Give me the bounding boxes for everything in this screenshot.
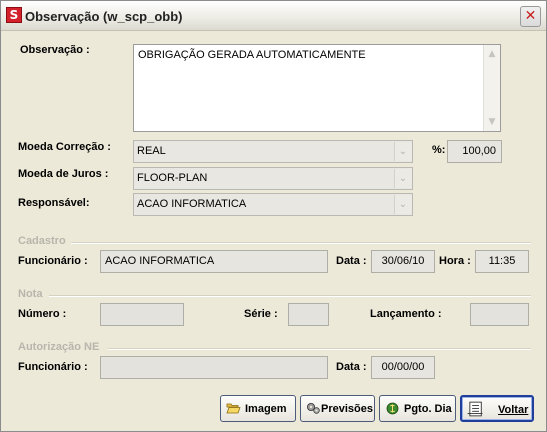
pgto-dia-button-label: Pgto. Dia — [404, 403, 452, 415]
app-logo-icon: S — [6, 7, 22, 23]
autorizacao-divider — [108, 348, 531, 350]
nota-group-label: Nota — [18, 288, 43, 300]
close-icon: ✕ — [524, 8, 537, 24]
nota-lancamento-field[interactable] — [470, 303, 529, 326]
cadastro-group-label: Cadastro — [18, 235, 66, 247]
gears-icon — [307, 403, 320, 414]
exit-list-icon — [467, 401, 483, 417]
observacao-label: Observação : — [20, 44, 90, 56]
responsavel-select[interactable]: ACAO INFORMATICA ⌄ — [133, 193, 413, 216]
nota-divider — [49, 295, 531, 297]
title-bar[interactable]: S Observação (w_scp_obb) ✕ — [1, 1, 546, 31]
cadastro-data-field[interactable]: 30/06/10 — [371, 250, 435, 273]
imagem-button-label: Imagem — [245, 403, 287, 415]
nota-serie-field[interactable] — [288, 303, 329, 326]
chevron-down-icon[interactable]: ⌄ — [394, 142, 411, 161]
moeda-correcao-value: REAL — [137, 145, 166, 157]
nota-numero-label: Número : — [18, 308, 67, 320]
autorizacao-group-label: Autorização NE — [18, 341, 100, 353]
observacao-window: S Observação (w_scp_obb) ✕ Observação : … — [0, 0, 547, 432]
cadastro-funcionario-field[interactable]: ACAO INFORMATICA — [100, 250, 328, 273]
nota-numero-field[interactable] — [100, 303, 184, 326]
moeda-correcao-select[interactable]: REAL ⌄ — [133, 140, 413, 163]
percent-field[interactable]: 100,00 — [447, 140, 502, 163]
autorizacao-funcionario-label: Funcionário : — [18, 361, 88, 373]
money-icon — [386, 402, 399, 415]
moeda-juros-label: Moeda de Juros : — [18, 168, 109, 180]
close-button[interactable]: ✕ — [520, 6, 541, 27]
autorizacao-data-label: Data : — [336, 361, 367, 373]
folder-open-icon — [226, 403, 241, 414]
window-title: Observação (w_scp_obb) — [25, 9, 183, 24]
chevron-down-icon[interactable]: ▼ — [484, 114, 500, 130]
cadastro-data-label: Data : — [336, 255, 367, 267]
cadastro-hora-label: Hora : — [439, 255, 471, 267]
autorizacao-funcionario-field[interactable] — [100, 356, 328, 379]
imagem-button[interactable]: Imagem — [220, 395, 296, 422]
observacao-textarea[interactable]: OBRIGAÇÃO GERADA AUTOMATICAMENTE ▲ ▼ — [133, 44, 501, 132]
form-body: Observação : OBRIGAÇÃO GERADA AUTOMATICA… — [3, 32, 544, 429]
observacao-scrollbar[interactable]: ▲ ▼ — [483, 45, 500, 131]
cadastro-hora-field[interactable]: 11:35 — [475, 250, 529, 273]
cadastro-divider — [71, 242, 531, 244]
responsavel-label: Responsável: — [18, 197, 90, 209]
responsavel-value: ACAO INFORMATICA — [137, 198, 247, 210]
nota-lancamento-label: Lançamento : — [370, 308, 442, 320]
voltar-button[interactable]: Voltar — [460, 395, 534, 422]
nota-serie-label: Série : — [244, 308, 278, 320]
previsoes-button-label: Previsões — [321, 403, 373, 415]
chevron-up-icon[interactable]: ▲ — [484, 46, 500, 62]
chevron-down-icon[interactable]: ⌄ — [394, 195, 411, 214]
moeda-juros-select[interactable]: FLOOR-PLAN ⌄ — [133, 167, 413, 190]
observacao-text: OBRIGAÇÃO GERADA AUTOMATICAMENTE — [138, 49, 366, 61]
moeda-correcao-label: Moeda Correção : — [18, 141, 111, 153]
chevron-down-icon[interactable]: ⌄ — [394, 169, 411, 188]
moeda-juros-value: FLOOR-PLAN — [137, 172, 208, 184]
percent-label: %: — [432, 144, 446, 156]
previsoes-button[interactable]: Previsões — [300, 395, 375, 422]
autorizacao-data-field[interactable]: 00/00/00 — [371, 356, 435, 379]
pgto-dia-button[interactable]: Pgto. Dia — [379, 395, 456, 422]
cadastro-funcionario-label: Funcionário : — [18, 255, 88, 267]
voltar-button-label: Voltar — [498, 404, 529, 416]
